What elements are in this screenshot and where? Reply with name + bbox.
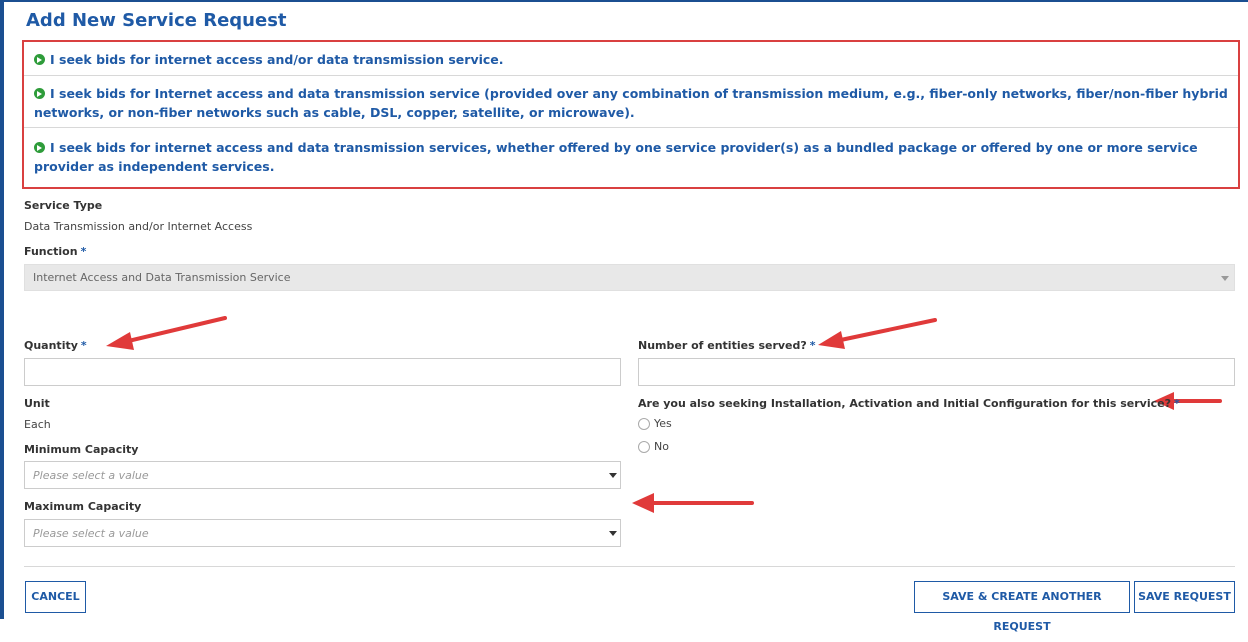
installation-question-label: Are you also seeking Installation, Activ…	[638, 397, 1180, 410]
maximum-capacity-placeholder: Please select a value	[33, 527, 149, 540]
entities-served-label-text: Number of entities served?	[638, 339, 807, 352]
chevron-right-circle-icon	[34, 54, 45, 65]
chevron-down-icon[interactable]	[609, 531, 617, 536]
installation-question-text: Are you also seeking Installation, Activ…	[638, 397, 1171, 410]
service-type-label: Service Type	[24, 199, 103, 212]
unit-value: Each	[24, 418, 51, 431]
function-select-value: Internet Access and Data Transmission Se…	[33, 271, 291, 284]
maximum-capacity-select[interactable]: Please select a value	[24, 519, 621, 547]
function-label: Function *	[24, 245, 86, 258]
page-title: Add New Service Request	[26, 10, 287, 31]
cancel-button[interactable]: CANCEL	[25, 581, 86, 613]
required-marker: *	[80, 245, 87, 258]
minimum-capacity-select[interactable]: Please select a value	[24, 461, 621, 489]
option-internet-access[interactable]: I seek bids for internet access and/or d…	[24, 50, 1238, 76]
annotation-arrow-icon	[818, 318, 937, 349]
option-text: I seek bids for Internet access and data…	[34, 86, 1228, 120]
footer-divider	[24, 566, 1235, 567]
function-label-text: Function	[24, 245, 78, 258]
minimum-capacity-placeholder: Please select a value	[33, 469, 149, 482]
save-and-create-another-button[interactable]: SAVE & CREATE ANOTHER REQUEST	[914, 581, 1130, 633]
radio-yes[interactable]	[638, 418, 650, 430]
annotation-arrow-icon	[106, 316, 227, 350]
required-marker: *	[809, 339, 816, 352]
option-text: I seek bids for internet access and data…	[34, 140, 1198, 174]
window-frame-top	[0, 0, 1248, 2]
maximum-capacity-label: Maximum Capacity	[24, 500, 142, 513]
window-frame-left	[0, 0, 4, 619]
entities-served-label: Number of entities served? *	[638, 339, 816, 352]
chevron-down-icon[interactable]	[609, 473, 617, 478]
service-type-value: Data Transmission and/or Internet Access	[24, 220, 253, 233]
unit-label: Unit	[24, 397, 50, 410]
chevron-right-circle-icon	[34, 88, 45, 99]
option-transmission-medium[interactable]: I seek bids for Internet access and data…	[24, 84, 1238, 128]
option-text: I seek bids for internet access and/or d…	[50, 52, 504, 67]
minimum-capacity-label: Minimum Capacity	[24, 443, 139, 456]
radio-no[interactable]	[638, 441, 650, 453]
chevron-down-icon	[1221, 276, 1229, 281]
quantity-label: Quantity *	[24, 339, 87, 352]
chevron-right-circle-icon	[34, 142, 45, 153]
save-request-button[interactable]: SAVE REQUEST	[1134, 581, 1235, 613]
quantity-label-text: Quantity	[24, 339, 78, 352]
option-bundled-package[interactable]: I seek bids for internet access and data…	[24, 138, 1238, 184]
quantity-input[interactable]	[24, 358, 621, 386]
entities-served-input[interactable]	[638, 358, 1235, 386]
function-select: Internet Access and Data Transmission Se…	[24, 264, 1235, 291]
radio-yes-label[interactable]: Yes	[654, 417, 672, 430]
radio-no-label[interactable]: No	[654, 440, 669, 453]
annotation-arrow-icon	[632, 493, 754, 513]
required-marker: *	[1173, 397, 1180, 410]
required-marker: *	[80, 339, 87, 352]
